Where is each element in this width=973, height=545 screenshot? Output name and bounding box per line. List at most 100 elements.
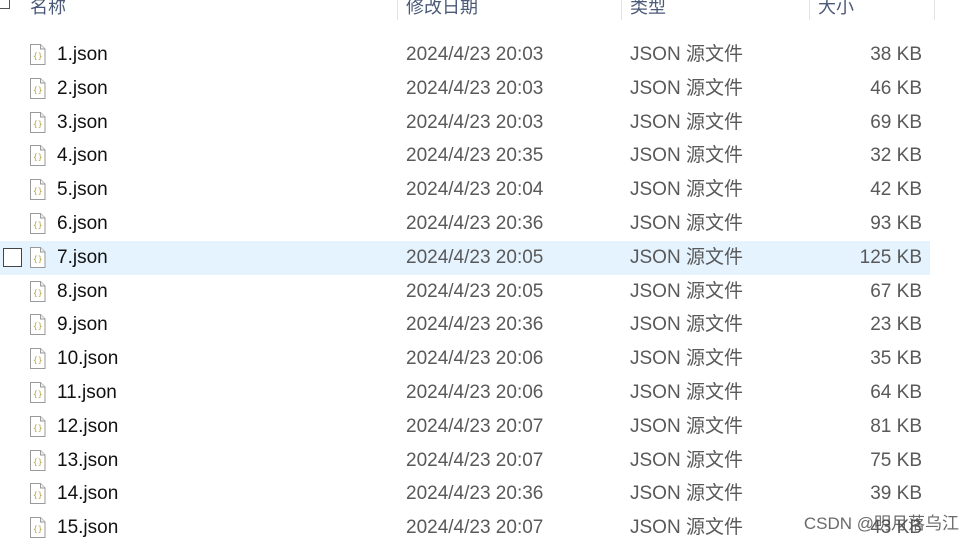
file-name: 10.json: [57, 348, 119, 370]
svg-text:{}: {}: [33, 221, 43, 230]
file-name: 14.json: [57, 483, 119, 505]
file-name: 11.json: [57, 382, 117, 403]
file-modified-date: 2024/4/23 20:07: [406, 415, 544, 437]
file-modified-date: 2024/4/23 20:06: [406, 382, 544, 403]
file-type: JSON 源文件: [630, 483, 743, 505]
file-size: 93 KB: [870, 213, 922, 234]
file-row[interactable]: {} 4.json 2024/4/23 20:35 JSON 源文件 32 KB: [0, 139, 930, 173]
file-size: 64 KB: [870, 382, 922, 403]
json-file-icon: {}: [30, 483, 46, 505]
file-size: 75 KB: [870, 449, 922, 471]
file-type: JSON 源文件: [630, 77, 743, 99]
file-row[interactable]: {} 9.json 2024/4/23 20:36 JSON 源文件 23 KB: [0, 308, 930, 342]
svg-text:{}: {}: [33, 153, 43, 162]
svg-text:{}: {}: [33, 119, 43, 128]
file-size: 81 KB: [870, 415, 922, 437]
file-type: JSON 源文件: [630, 44, 743, 65]
file-row[interactable]: {} 2.json 2024/4/23 20:03 JSON 源文件 46 KB: [0, 72, 930, 106]
file-type: JSON 源文件: [630, 348, 743, 370]
file-row[interactable]: {} 14.json 2024/4/23 20:36 JSON 源文件 39 KB: [0, 477, 930, 511]
svg-text:{}: {}: [33, 254, 43, 263]
file-modified-date: 2024/4/23 20:36: [406, 213, 544, 234]
file-modified-date: 2024/4/23 20:35: [406, 145, 544, 167]
file-name: 2.json: [57, 77, 108, 99]
file-type: JSON 源文件: [630, 280, 743, 302]
file-size: 23 KB: [870, 314, 922, 336]
file-size: 69 KB: [870, 111, 922, 133]
svg-text:{}: {}: [33, 288, 43, 297]
svg-text:{}: {}: [33, 390, 43, 399]
file-type: JSON 源文件: [630, 145, 743, 167]
file-size: 67 KB: [870, 280, 922, 302]
select-all-checkbox[interactable]: [0, 0, 10, 9]
file-row[interactable]: {} 6.json 2024/4/23 20:36 JSON 源文件 93 KB: [0, 207, 930, 241]
file-name: 3.json: [57, 111, 108, 133]
json-file-icon: {}: [30, 314, 46, 336]
file-modified-date: 2024/4/23 20:05: [406, 246, 544, 268]
file-modified-date: 2024/4/23 20:36: [406, 314, 544, 336]
file-name: 9.json: [57, 314, 108, 336]
file-name: 7.json: [57, 246, 108, 268]
column-header-name[interactable]: 名称: [22, 0, 398, 20]
json-file-icon: {}: [30, 517, 46, 539]
json-file-icon: {}: [30, 213, 46, 234]
file-modified-date: 2024/4/23 20:03: [406, 77, 544, 99]
json-file-icon: {}: [30, 145, 46, 167]
file-size: 39 KB: [870, 483, 922, 505]
file-name: 1.json: [57, 44, 108, 65]
file-name: 6.json: [57, 213, 108, 234]
file-type: JSON 源文件: [630, 213, 743, 234]
svg-text:{}: {}: [33, 85, 43, 94]
svg-text:{}: {}: [33, 322, 43, 331]
json-file-icon: {}: [30, 449, 46, 471]
file-type: JSON 源文件: [630, 449, 743, 471]
column-header-size[interactable]: 大小: [810, 0, 935, 20]
file-row[interactable]: {} 13.json 2024/4/23 20:07 JSON 源文件 75 KB: [0, 444, 930, 478]
file-size: 32 KB: [870, 145, 922, 167]
svg-text:{}: {}: [33, 52, 43, 61]
svg-text:{}: {}: [33, 457, 43, 466]
file-modified-date: 2024/4/23 20:36: [406, 483, 544, 505]
json-file-icon: {}: [30, 415, 46, 437]
file-row[interactable]: {} 11.json 2024/4/23 20:06 JSON 源文件 64 KB: [0, 376, 930, 410]
file-modified-date: 2024/4/23 20:07: [406, 449, 544, 471]
column-header-bar: 名称 修改日期 类型 大小: [0, 0, 973, 26]
file-name: 5.json: [57, 179, 108, 201]
json-file-icon: {}: [30, 111, 46, 133]
file-size: 38 KB: [870, 44, 922, 65]
file-type: JSON 源文件: [630, 382, 743, 403]
file-modified-date: 2024/4/23 20:03: [406, 111, 544, 133]
json-file-icon: {}: [30, 77, 46, 99]
svg-text:{}: {}: [33, 525, 43, 534]
file-modified-date: 2024/4/23 20:05: [406, 280, 544, 302]
json-file-icon: {}: [30, 382, 46, 403]
file-name: 12.json: [57, 415, 119, 437]
file-type: JSON 源文件: [630, 111, 743, 133]
watermark: CSDN @明月落乌江: [803, 514, 959, 533]
file-type: JSON 源文件: [630, 314, 743, 336]
file-row[interactable]: {} 12.json 2024/4/23 20:07 JSON 源文件 81 KB: [0, 410, 930, 444]
svg-text:{}: {}: [33, 423, 43, 432]
file-size: 125 KB: [859, 246, 922, 268]
file-type: JSON 源文件: [630, 415, 743, 437]
file-row[interactable]: {} 3.json 2024/4/23 20:03 JSON 源文件 69 KB: [0, 106, 930, 140]
file-row[interactable]: {} 8.json 2024/4/23 20:05 JSON 源文件 67 KB: [0, 275, 930, 309]
column-header-modified[interactable]: 修改日期: [398, 0, 622, 20]
column-header-type[interactable]: 类型: [622, 0, 810, 20]
row-checkbox[interactable]: [3, 247, 22, 267]
file-row[interactable]: {} 7.json 2024/4/23 20:05 JSON 源文件 125 KB: [0, 240, 930, 275]
file-size: 46 KB: [870, 77, 922, 99]
file-type: JSON 源文件: [630, 246, 743, 268]
file-type: JSON 源文件: [630, 179, 743, 201]
json-file-icon: {}: [30, 348, 46, 370]
file-modified-date: 2024/4/23 20:03: [406, 44, 544, 65]
file-name: 4.json: [57, 145, 108, 167]
json-file-icon: {}: [30, 246, 46, 268]
file-row[interactable]: {} 5.json 2024/4/23 20:04 JSON 源文件 42 KB: [0, 173, 930, 207]
file-row[interactable]: {} 1.json 2024/4/23 20:03 JSON 源文件 38 KB: [0, 38, 930, 72]
file-row[interactable]: {} 10.json 2024/4/23 20:06 JSON 源文件 35 KB: [0, 342, 930, 376]
json-file-icon: {}: [30, 44, 46, 65]
svg-text:{}: {}: [33, 187, 43, 196]
file-size: 42 KB: [870, 179, 922, 201]
file-name: 13.json: [57, 449, 119, 471]
